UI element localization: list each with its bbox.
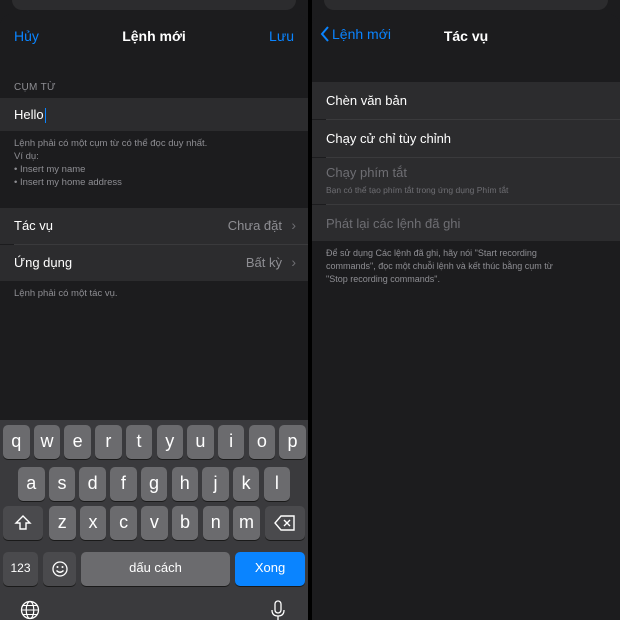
phrase-note: Lệnh phải có một cụm từ có thể đọc duy n… xyxy=(14,137,294,189)
text-caret xyxy=(44,108,47,124)
key-f[interactable]: f xyxy=(110,467,137,501)
key-c[interactable]: c xyxy=(110,506,137,540)
key-o[interactable]: o xyxy=(248,425,276,459)
nav-bar: Hủy Lệnh mới Lưu xyxy=(0,14,308,60)
emoji-key[interactable] xyxy=(43,552,76,586)
key-t[interactable]: t xyxy=(125,425,153,459)
key-j[interactable]: j xyxy=(202,467,229,501)
sheet-behind xyxy=(12,0,296,10)
phrase-input-value: Hello xyxy=(14,107,44,122)
nav-title: Tác vụ xyxy=(443,28,489,44)
key-l[interactable]: l xyxy=(263,467,291,501)
actions-screen: Lệnh mới Tác vụ Chèn văn bản Chạy cử chỉ… xyxy=(312,0,620,620)
action-row-label: Tác vụ xyxy=(14,218,54,233)
footer-line: commands", đọc một chuỗi lệnh và kết thú… xyxy=(326,261,553,271)
key-h[interactable]: h xyxy=(171,467,198,501)
phrase-note-line: • Insert my home address xyxy=(14,177,122,188)
nav-bar: Lệnh mới Tác vụ xyxy=(312,14,620,60)
app-row-label: Ứng dụng xyxy=(14,255,73,270)
key-q[interactable]: q xyxy=(3,425,30,459)
key-x[interactable]: x xyxy=(79,506,107,540)
key-d[interactable]: d xyxy=(79,467,106,501)
run-shortcut-subtitle: Bạn có thể tạo phím tắt trong ứng dụng P… xyxy=(326,185,509,195)
key-v[interactable]: v xyxy=(141,506,168,540)
sheet-behind xyxy=(324,0,608,10)
key-p[interactable]: p xyxy=(279,425,306,459)
chevron-right-icon: › xyxy=(291,217,296,233)
phrase-note-line: Ví dụ: xyxy=(14,151,39,162)
numbers-key[interactable]: 123 xyxy=(3,552,38,586)
custom-gesture-label: Chạy cử chỉ tùy chỉnh xyxy=(326,131,452,146)
app-row[interactable]: Ứng dụng Bất kỳ › xyxy=(0,245,308,281)
key-g[interactable]: g xyxy=(140,467,168,501)
phrase-note-line: • Insert my name xyxy=(14,164,86,175)
save-button[interactable]: Lưu xyxy=(269,28,294,44)
run-shortcut-label: Chạy phím tắt xyxy=(326,165,407,180)
phrase-input-cell[interactable]: Hello xyxy=(0,98,308,131)
run-shortcut-item[interactable]: Chạy phím tắt Bạn có thể tạo phím tắt tr… xyxy=(312,158,620,204)
phrase-section-header: CỤM TỪ xyxy=(14,82,56,93)
key-z[interactable]: z xyxy=(49,506,76,540)
shift-icon xyxy=(14,515,32,530)
key-s[interactable]: s xyxy=(48,467,76,501)
rows-note: Lệnh phải có một tác vụ. xyxy=(14,288,118,299)
app-row-value: Bất kỳ xyxy=(245,255,282,270)
replay-commands-item[interactable]: Phát lại các lệnh đã ghi xyxy=(312,205,620,241)
nav-title: Lệnh mới xyxy=(122,28,186,44)
chevron-right-icon: › xyxy=(291,254,296,270)
action-row-value: Chưa đặt xyxy=(227,218,282,233)
key-a[interactable]: a xyxy=(18,467,45,501)
insert-text-item[interactable]: Chèn văn bản xyxy=(312,82,620,119)
key-n[interactable]: n xyxy=(202,506,229,540)
backspace-icon xyxy=(274,515,295,531)
action-row[interactable]: Tác vụ Chưa đặt › xyxy=(0,208,308,244)
key-y[interactable]: y xyxy=(156,425,183,459)
globe-icon[interactable] xyxy=(20,600,40,620)
keyboard: qwertyuiop asdfghjkl zxcvbnm 123 dấu các… xyxy=(0,420,308,620)
key-i[interactable]: i xyxy=(217,425,245,459)
key-u[interactable]: u xyxy=(187,425,214,459)
backspace-key[interactable] xyxy=(265,506,305,540)
key-r[interactable]: r xyxy=(95,425,122,459)
microphone-icon[interactable] xyxy=(270,600,286,620)
insert-text-label: Chèn văn bản xyxy=(326,93,407,108)
shift-key[interactable] xyxy=(3,506,43,540)
key-b[interactable]: b xyxy=(171,506,199,540)
new-command-screen: Hủy Lệnh mới Lưu CỤM TỪ Hello Lệnh phải … xyxy=(0,0,308,620)
replay-commands-label: Phát lại các lệnh đã ghi xyxy=(326,216,461,231)
key-m[interactable]: m xyxy=(233,506,260,540)
recording-footer-note: Để sử dụng Các lệnh đã ghi, hãy nói "Sta… xyxy=(326,247,606,286)
footer-line: "Stop recording commands". xyxy=(326,274,440,284)
phrase-note-line: Lệnh phải có một cụm từ có thể đọc duy n… xyxy=(14,138,208,149)
footer-line: Để sử dụng Các lệnh đã ghi, hãy nói "Sta… xyxy=(326,248,537,258)
space-key[interactable]: dấu cách xyxy=(81,552,230,586)
actions-list: Chèn văn bản Chạy cử chỉ tùy chỉnh Chạy … xyxy=(312,60,620,620)
custom-gesture-item[interactable]: Chạy cử chỉ tùy chỉnh xyxy=(312,120,620,157)
phrase-input[interactable]: Hello xyxy=(14,107,47,124)
emoji-icon xyxy=(51,561,68,577)
key-k[interactable]: k xyxy=(232,467,260,501)
key-e[interactable]: e xyxy=(64,425,91,459)
key-w[interactable]: w xyxy=(33,425,61,459)
done-key[interactable]: Xong xyxy=(235,552,305,586)
